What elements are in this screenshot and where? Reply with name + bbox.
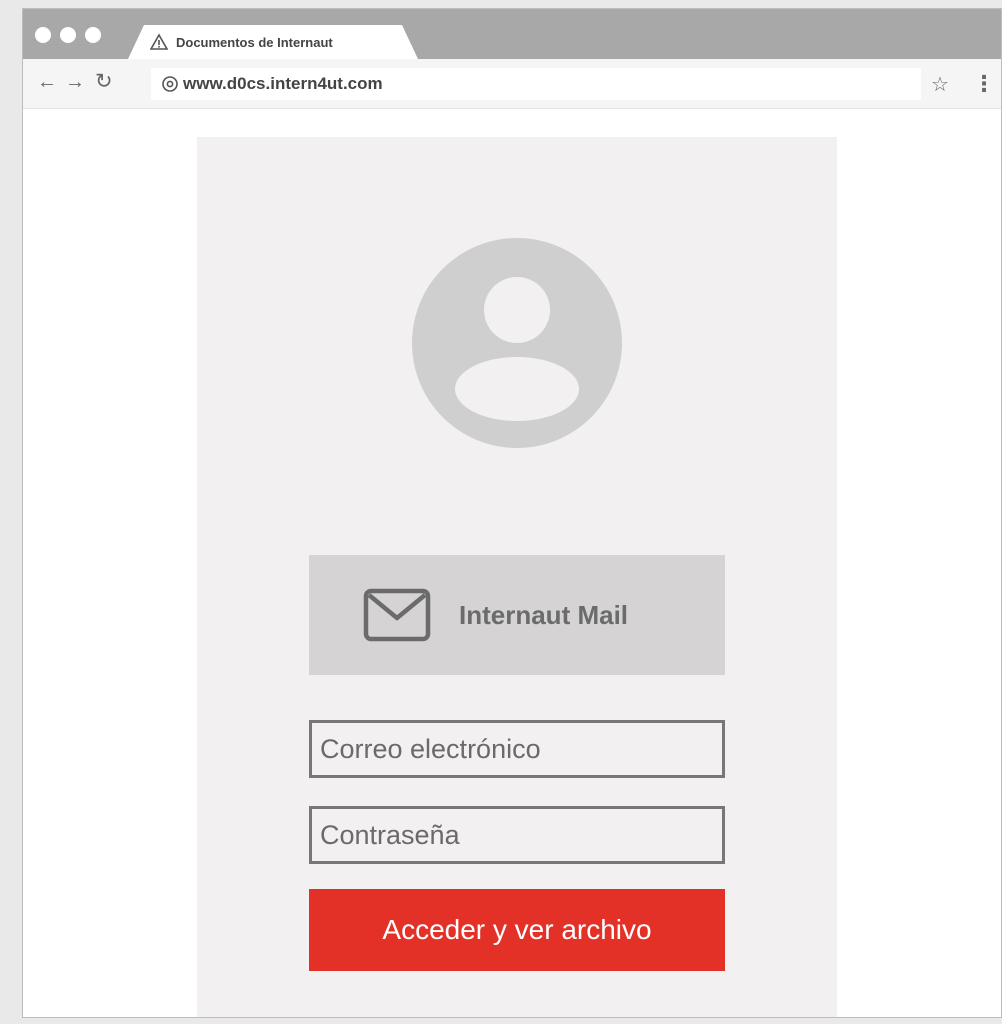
tab-title: Documentos de Internaut bbox=[176, 34, 333, 50]
page-content: Internaut Mail Acceder y ver archivo bbox=[23, 109, 1001, 1017]
forward-arrow-icon[interactable]: → bbox=[65, 72, 85, 92]
window-minimize-dot[interactable] bbox=[60, 27, 76, 43]
globe-icon bbox=[161, 75, 179, 93]
login-submit-button[interactable]: Acceder y ver archivo bbox=[309, 889, 725, 971]
bookmark-star-icon[interactable]: ☆ bbox=[931, 72, 949, 97]
window-maximize-dot[interactable] bbox=[85, 27, 101, 43]
reload-icon[interactable]: ↻ bbox=[95, 71, 113, 92]
email-field[interactable] bbox=[309, 720, 725, 778]
password-field[interactable] bbox=[309, 806, 725, 864]
address-bar[interactable]: www.d0cs.intern4ut.com bbox=[151, 68, 921, 100]
browser-window: Documentos de Internaut ← → ↻ www.d0cs.i… bbox=[22, 8, 1002, 1018]
address-toolbar: ← → ↻ www.d0cs.intern4ut.com ☆ ⋮ bbox=[23, 59, 1001, 109]
envelope-icon bbox=[363, 588, 431, 642]
mail-provider-banner: Internaut Mail bbox=[309, 555, 725, 675]
mail-provider-label: Internaut Mail bbox=[459, 599, 629, 630]
window-close-dot[interactable] bbox=[35, 27, 51, 43]
browser-menu-icon[interactable]: ⋮ bbox=[973, 71, 995, 97]
warning-triangle-icon bbox=[150, 33, 168, 51]
user-avatar-icon bbox=[412, 238, 622, 448]
browser-tab[interactable]: Documentos de Internaut bbox=[128, 25, 418, 59]
browser-titlebar: Documentos de Internaut bbox=[23, 9, 1001, 59]
window-controls bbox=[35, 27, 101, 43]
back-arrow-icon[interactable]: ← bbox=[37, 72, 57, 92]
login-panel: Internaut Mail Acceder y ver archivo bbox=[197, 137, 837, 1017]
url-text: www.d0cs.intern4ut.com bbox=[183, 74, 383, 93]
